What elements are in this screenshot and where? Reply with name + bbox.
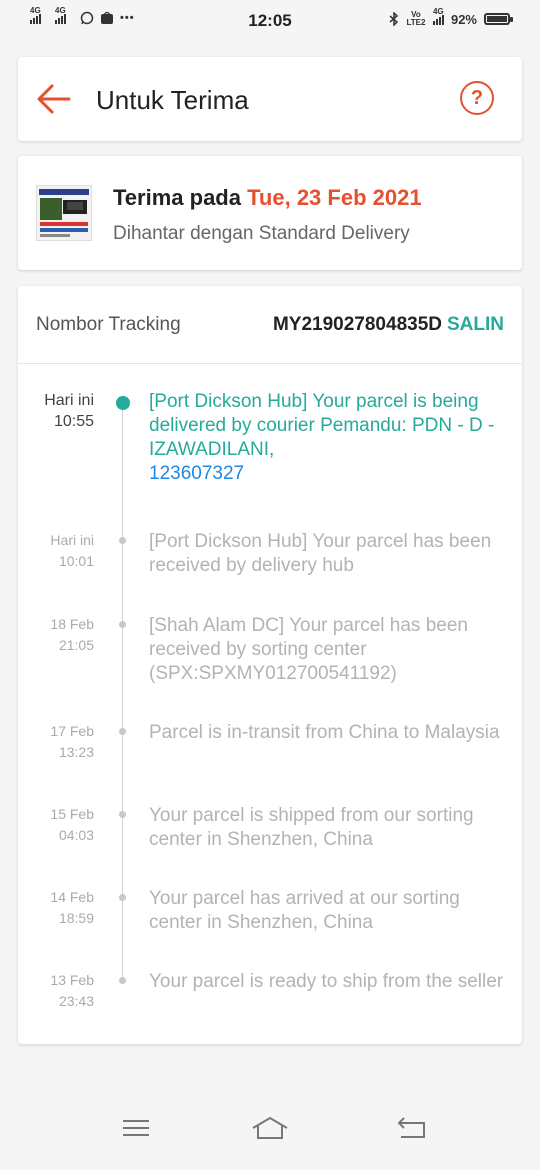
product-thumbnail[interactable] (36, 185, 92, 241)
menu-icon (123, 1120, 149, 1136)
event-text: Parcel is in-transit from China to Malay… (149, 722, 500, 743)
timeline-dot-active (116, 396, 130, 410)
event-date: 15 Feb 04:03 (18, 804, 94, 846)
page-title: Untuk Terima (96, 85, 249, 115)
received-on: Terima pada Tue, 23 Feb 2021 (113, 185, 422, 211)
event-day: 15 Feb (50, 806, 94, 822)
received-label: Terima pada (113, 185, 241, 210)
event-date: 18 Feb 21:05 (18, 614, 94, 656)
event-date: Hari ini 10:01 (18, 530, 94, 572)
help-button[interactable]: ? (460, 81, 494, 115)
home-button[interactable] (250, 1110, 290, 1146)
event-day: Hari ini (50, 532, 94, 548)
event-day: 18 Feb (50, 616, 94, 632)
home-icon (252, 1116, 288, 1139)
signal-icon-3: 4G (432, 7, 444, 25)
event-text: Your parcel is shipped from our sorting … (149, 805, 474, 850)
event-date: 17 Feb 13:23 (18, 721, 94, 763)
tracking-number-row: Nombor Tracking MY219027804835D SALIN (18, 286, 522, 364)
timeline-dot (119, 894, 126, 901)
battery-icon (484, 13, 513, 25)
tracking-number: MY219027804835D (272, 314, 442, 335)
event-text: [Port Dickson Hub] Your parcel is being … (149, 390, 504, 486)
bluetooth-icon (389, 12, 399, 26)
event-time: 18:59 (58, 910, 94, 926)
menu-button[interactable] (116, 1110, 156, 1146)
back-nav-icon (397, 1117, 425, 1138)
battery-percent: 92% (450, 11, 477, 27)
arrow-left-icon (37, 84, 71, 114)
event-day: 14 Feb (50, 889, 94, 905)
event-date: 13 Feb 23:43 (18, 970, 94, 1012)
received-date: Tue, 23 Feb 2021 (247, 185, 422, 210)
timeline-dot (119, 621, 126, 628)
back-nav-button[interactable] (392, 1110, 432, 1146)
courier-phone-link[interactable]: 123607327 (149, 463, 244, 484)
event-description: [Port Dickson Hub] Your parcel is being … (149, 391, 495, 460)
timeline-line (122, 399, 123, 977)
timeline-dot (119, 811, 126, 818)
event-time: 23:43 (58, 993, 94, 1009)
event-time: 04:03 (58, 827, 94, 843)
event-text: [Shah Alam DC] Your parcel has been rece… (149, 615, 468, 684)
event-date: Hari ini 10:55 (18, 390, 94, 432)
status-bar: 4G 4G ••• 12:05 Vo LTE2 4G 92% (0, 0, 540, 42)
tracking-card: Nombor Tracking MY219027804835D SALIN Ha… (18, 286, 522, 1044)
event-day: 13 Feb (50, 972, 94, 988)
tracking-number-label: Nombor Tracking (36, 314, 181, 335)
event-time: 10:55 (53, 413, 94, 430)
volte-icon: Vo LTE2 (406, 10, 426, 27)
event-day: 17 Feb (50, 723, 94, 739)
event-date: 14 Feb 18:59 (18, 887, 94, 929)
event-text: [Port Dickson Hub] Your parcel has been … (149, 531, 492, 576)
delivery-card: Terima pada Tue, 23 Feb 2021 Dihantar de… (18, 156, 522, 270)
battery-level (487, 16, 507, 22)
timeline-dot (119, 977, 126, 984)
system-nav-bar (0, 1090, 540, 1170)
question-circle-icon: ? (470, 87, 484, 109)
event-text: Your parcel has arrived at our sorting c… (149, 888, 460, 933)
header-card: Untuk Terima ? (18, 57, 522, 141)
status-right: Vo LTE2 4G 92% (389, 7, 513, 27)
event-text: Your parcel is ready to ship from the se… (149, 971, 504, 992)
event-day: Hari ini (44, 392, 94, 409)
timeline-dot (119, 537, 126, 544)
back-button[interactable] (36, 81, 76, 117)
event-time: 10:01 (58, 553, 94, 569)
event-time: 13:23 (58, 744, 94, 760)
timeline-dot (119, 728, 126, 735)
product-image (37, 186, 91, 240)
delivery-method: Dihantar dengan Standard Delivery (113, 223, 410, 244)
event-time: 21:05 (58, 637, 94, 653)
copy-tracking-button[interactable]: SALIN (447, 314, 504, 336)
